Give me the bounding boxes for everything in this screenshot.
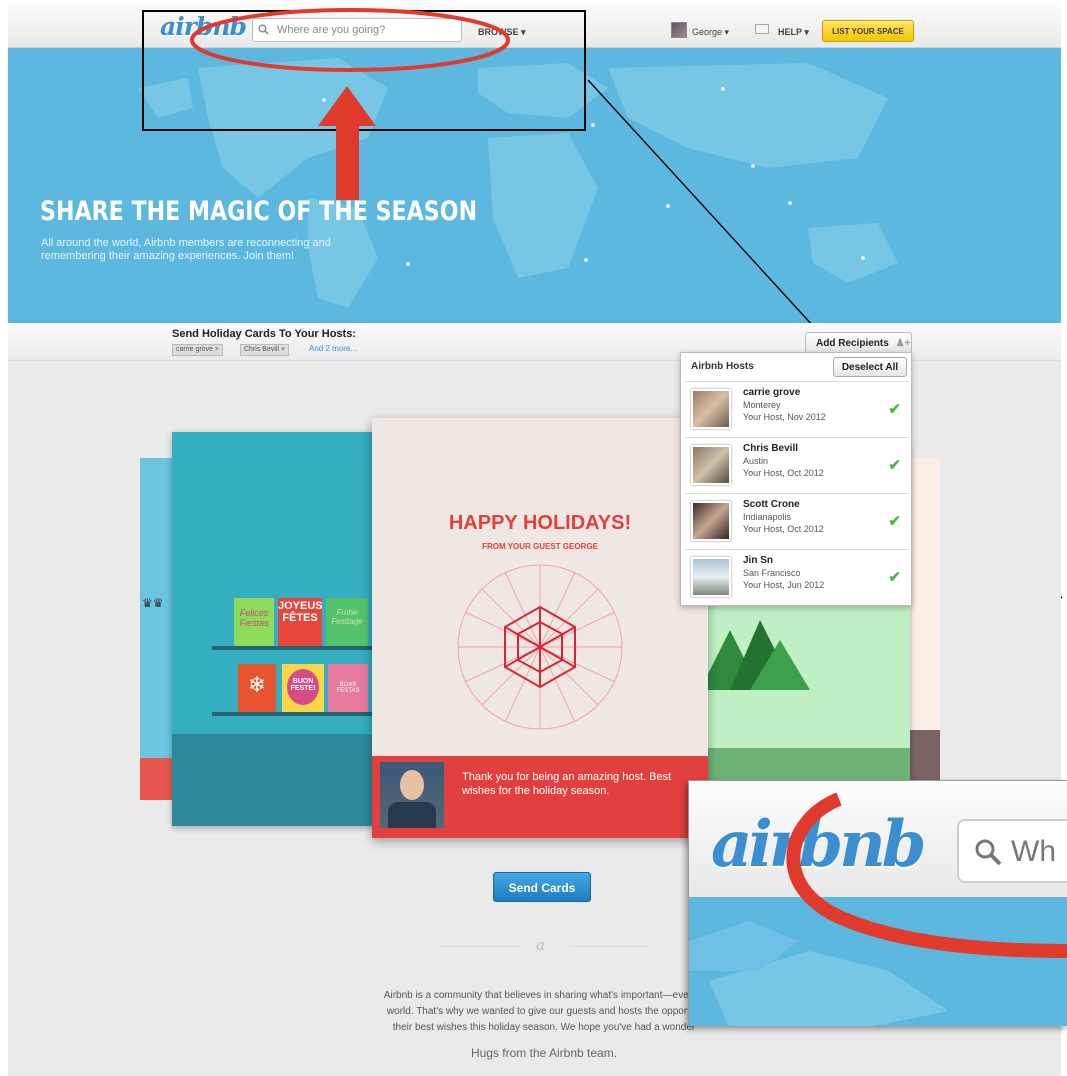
- page: airbnb Where are you going? BROWSE ▾ Geo…: [0, 0, 1067, 1076]
- host-name: Scott Crone: [743, 499, 800, 510]
- card-sign: Frohe Festtage: [326, 598, 368, 646]
- card-message: Thank you for being an amazing host. Bes…: [462, 771, 672, 797]
- host-name: Jin Sn: [743, 555, 774, 566]
- card-thumbnail[interactable]: Felices Fiestas JOYEUSES FÊTES Frohe Fes…: [172, 432, 380, 826]
- send-cards-button[interactable]: Send Cards: [493, 872, 591, 902]
- host-city: Austin: [743, 456, 769, 466]
- divider: [440, 946, 520, 947]
- card-sign: Felices Fiestas: [234, 598, 274, 646]
- signoff-text: Hugs from the Airbnb team.: [470, 1046, 618, 1060]
- host-info: Your Host, Oct 2012: [743, 524, 824, 534]
- host-item[interactable]: Jin Sn San Francisco Your Host, Jun 2012…: [685, 549, 909, 603]
- guest-photo: [380, 762, 444, 828]
- add-user-icon: ♟+: [895, 338, 911, 349]
- divider: [570, 946, 650, 947]
- add-recipients-label: Add Recipients: [816, 338, 889, 349]
- zoom-annotation-ellipse: [786, 792, 1067, 958]
- host-item[interactable]: Scott Crone Indianapolis Your Host, Oct …: [685, 493, 909, 547]
- snowflake-icon: ❄: [238, 664, 276, 712]
- card-sign: BOAS FESTAS: [328, 664, 368, 712]
- card-sign: JOYEUSES FÊTES: [278, 598, 322, 646]
- card-subtitle: FROM YOUR GUEST GEORGE: [482, 542, 598, 551]
- checkmark-icon: ✔: [888, 401, 901, 418]
- host-avatar: [691, 501, 731, 541]
- host-city: Indianapolis: [743, 512, 792, 522]
- host-item[interactable]: Chris Bevill Austin Your Host, Oct 2012 …: [685, 437, 909, 491]
- host-info: Your Host, Nov 2012: [743, 412, 826, 422]
- checkmark-icon: ✔: [888, 569, 901, 586]
- annotation-arrow-shaft: [336, 124, 359, 200]
- recipients-title: Send Holiday Cards To Your Hosts:: [172, 328, 356, 340]
- card-sign: BUON FESTE!: [287, 669, 319, 705]
- deselect-all-button[interactable]: Deselect All: [833, 357, 907, 377]
- recipient-chip[interactable]: carrie grove ×: [172, 344, 223, 356]
- host-city: Monterey: [743, 400, 781, 410]
- recipient-chip[interactable]: Chris Bevill ×: [240, 344, 290, 356]
- host-avatar: [691, 389, 731, 429]
- hosts-dropdown: Airbnb Hosts Deselect All carrie grove M…: [680, 352, 912, 606]
- more-recipients-link[interactable]: And 2 more...: [309, 344, 357, 353]
- host-avatar: [691, 557, 731, 597]
- card-title: HAPPY HOLIDAYS!: [448, 512, 632, 534]
- host-avatar: [691, 445, 731, 485]
- host-city: San Francisco: [743, 568, 801, 578]
- host-name: Chris Bevill: [743, 443, 799, 454]
- host-info: Your Host, Jun 2012: [743, 580, 825, 590]
- card-footer: Thank you for being an amazing host. Bes…: [372, 756, 708, 838]
- airbnb-small-logo: a: [536, 936, 545, 954]
- dropdown-title: Airbnb Hosts: [691, 361, 754, 372]
- snowflake-graphic: [457, 564, 623, 730]
- holiday-card-preview: HAPPY HOLIDAYS! FROM YOUR GUEST GEORGE T…: [372, 418, 708, 838]
- host-name: carrie grove: [743, 387, 801, 398]
- annotation-arrow-head: [318, 86, 376, 126]
- annotation-ellipse: [190, 8, 510, 72]
- zoom-inset: airbnb Wh: [688, 780, 1067, 1026]
- host-info: Your Host, Oct 2012: [743, 468, 824, 478]
- checkmark-icon: ✔: [888, 513, 901, 530]
- add-recipients-button[interactable]: Add Recipients ♟+: [805, 332, 912, 354]
- checkmark-icon: ✔: [888, 457, 901, 474]
- host-item[interactable]: carrie grove Monterey Your Host, Nov 201…: [685, 381, 909, 435]
